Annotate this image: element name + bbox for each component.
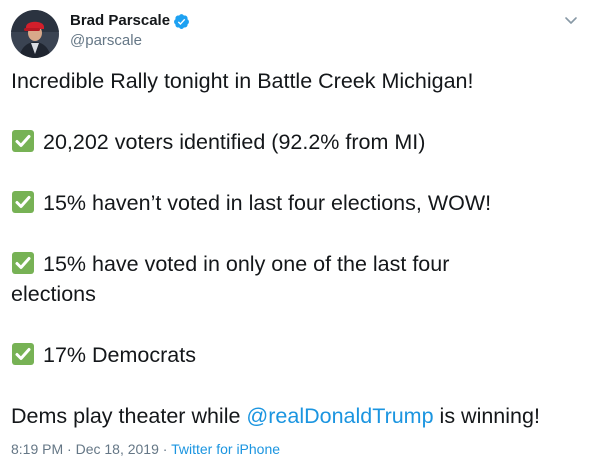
author-display-name[interactable]: Brad Parscale	[70, 12, 170, 30]
checklist-item: 15% haven’t voted in last four elections…	[11, 188, 586, 218]
check-mark-icon	[12, 191, 34, 213]
meta-separator: ·	[158, 441, 172, 457]
author-handle[interactable]: @parscale	[70, 32, 190, 50]
checklist-item: 17% Democrats	[11, 340, 586, 370]
tweet-source-link[interactable]: Twitter for iPhone	[171, 441, 280, 457]
tweet-meta: 8:19 PM · Dec 18, 2019 · Twitter for iPh…	[11, 440, 280, 458]
checklist-item-text: 15% have voted in only one of the last f…	[11, 252, 450, 306]
checklist-item: 20,202 voters identified (92.2% from MI)	[11, 127, 586, 157]
mention-link[interactable]: @realDonaldTrump	[246, 404, 433, 428]
check-mark-icon	[12, 343, 34, 365]
checklist-item-text: 17% Democrats	[43, 343, 196, 367]
verified-badge-icon	[173, 13, 190, 30]
tweet-closing: Dems play theater while @realDonaldTrump…	[11, 401, 586, 431]
tweet-options-button[interactable]	[560, 9, 582, 31]
author-avatar[interactable]	[11, 10, 59, 58]
author-block: Brad Parscale @parscale	[70, 12, 190, 50]
tweet-intro-text: Incredible Rally tonight in Battle Creek…	[11, 69, 474, 93]
tweet-date[interactable]: Dec 18, 2019	[76, 441, 159, 457]
closing-text-after: is winning!	[433, 404, 540, 428]
author-name-row[interactable]: Brad Parscale	[70, 12, 190, 30]
chevron-down-icon	[565, 17, 577, 24]
tweet-time[interactable]: 8:19 PM	[11, 441, 63, 457]
checklist-item-text: 15% haven’t voted in last four elections…	[43, 191, 492, 215]
check-mark-icon	[12, 252, 34, 274]
check-mark-icon	[12, 130, 34, 152]
closing-text-before: Dems play theater while	[11, 404, 247, 428]
meta-separator: ·	[63, 441, 76, 457]
avatar-image	[11, 10, 59, 58]
checklist-item-text: 20,202 voters identified (92.2% from MI)	[43, 130, 426, 154]
tweet-text: Incredible Rally tonight in Battle Creek…	[11, 66, 586, 431]
checklist-item: 15% have voted in only one of the last f…	[11, 249, 491, 309]
tweet-intro: Incredible Rally tonight in Battle Creek…	[11, 66, 586, 96]
tweet-card: Brad Parscale @parscale Incredible Rally…	[0, 0, 592, 473]
